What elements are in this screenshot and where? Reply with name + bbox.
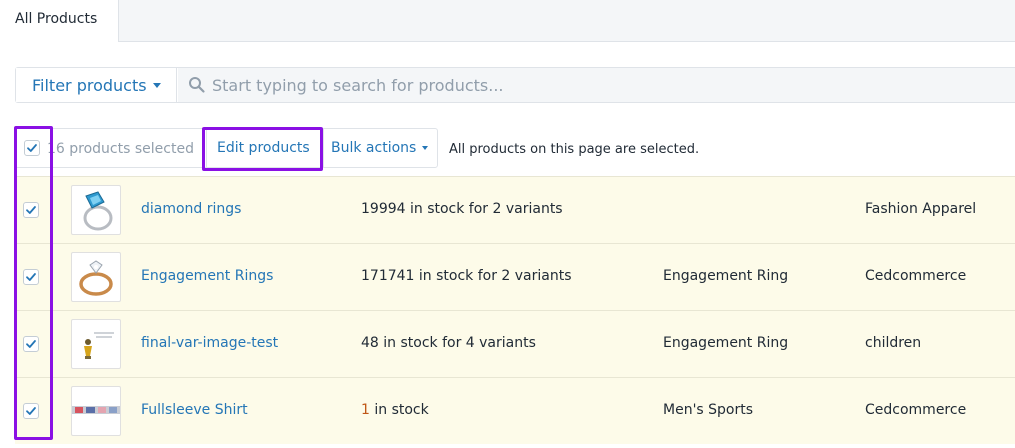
product-name-link[interactable]: diamond rings (141, 201, 241, 217)
product-vendor: Cedcommerce (865, 402, 967, 418)
row-checkbox[interactable] (23, 269, 39, 285)
selected-count: 16 products selected (47, 141, 194, 157)
product-type: Engagement Ring (663, 268, 789, 284)
gold-diamond-ring-icon (79, 260, 113, 296)
select-all-checkbox[interactable] (24, 140, 40, 156)
product-type: Men's Sports (663, 402, 754, 418)
product-list: diamond rings 19994 in stock for 2 varia… (15, 176, 1015, 444)
checkmark-icon (26, 206, 36, 214)
bulk-action-group: 16 products selected Edit products Bulk … (15, 128, 438, 168)
product-vendor: children (865, 335, 922, 351)
caret-down-icon (153, 83, 161, 88)
edit-products-label: Edit products (217, 140, 310, 156)
search-input[interactable] (212, 68, 1012, 102)
product-thumbnail[interactable] (71, 185, 121, 235)
filter-products-label: Filter products (32, 76, 147, 95)
inventory-text: 1 in stock (361, 402, 429, 418)
table-row[interactable]: Fullsleeve Shirt 1 in stock Men's Sports… (15, 377, 1015, 444)
stock-text: 19994 in stock for 2 variants (361, 201, 563, 217)
filter-products-button[interactable]: Filter products (16, 68, 177, 102)
checkmark-icon (26, 273, 36, 281)
product-vendor: Cedcommerce (865, 268, 967, 284)
tab-all-products[interactable]: All Products (0, 0, 119, 42)
selection-message: All products on this page are selected. (449, 142, 700, 157)
row-checkbox[interactable] (23, 403, 39, 419)
inventory-text: 171741 in stock for 2 variants (361, 268, 572, 284)
small-figure-image-icon (84, 332, 114, 359)
product-type: Engagement Ring (663, 335, 789, 351)
bulk-actions-label: Bulk actions (331, 140, 417, 156)
search-icon (189, 77, 205, 93)
tab-label: All Products (15, 11, 98, 27)
bulk-actions-button[interactable]: Bulk actions (323, 129, 439, 167)
product-thumbnail[interactable] (71, 386, 121, 436)
checkmark-icon (27, 144, 37, 152)
product-thumbnail[interactable] (71, 252, 121, 302)
inventory-text: 48 in stock for 4 variants (361, 335, 536, 351)
table-row[interactable]: final-var-image-test 48 in stock for 4 v… (15, 310, 1015, 377)
product-name-link[interactable]: Fullsleeve Shirt (141, 402, 248, 418)
bulk-action-bar: 16 products selected Edit products Bulk … (15, 128, 1015, 170)
stock-text: 171741 in stock for 2 variants (361, 268, 572, 284)
table-row[interactable]: Engagement Rings 171741 in stock for 2 v… (15, 243, 1015, 310)
inventory-text: 19994 in stock for 2 variants (361, 201, 563, 217)
row-checkbox[interactable] (23, 336, 39, 352)
stock-text: 48 in stock for 4 variants (361, 335, 536, 351)
product-thumbnail[interactable] (71, 319, 121, 369)
shirt-banner-image-icon (72, 406, 120, 414)
product-vendor: Fashion Apparel (865, 201, 977, 217)
product-name-link[interactable]: final-var-image-test (141, 335, 278, 351)
table-row[interactable]: diamond rings 19994 in stock for 2 varia… (15, 176, 1015, 243)
caret-down-icon (422, 146, 428, 150)
row-checkbox[interactable] (23, 202, 39, 218)
checkmark-icon (26, 340, 36, 348)
checkmark-icon (26, 407, 36, 415)
tab-bar: All Products (0, 0, 1015, 42)
stock-text: in stock (369, 402, 429, 418)
stock-count: 1 (361, 402, 370, 418)
product-name-link[interactable]: Engagement Rings (141, 268, 273, 284)
edit-products-button[interactable]: Edit products (206, 129, 323, 167)
filter-bar: Filter products (15, 67, 1015, 103)
blue-gem-ring-icon (83, 191, 113, 231)
